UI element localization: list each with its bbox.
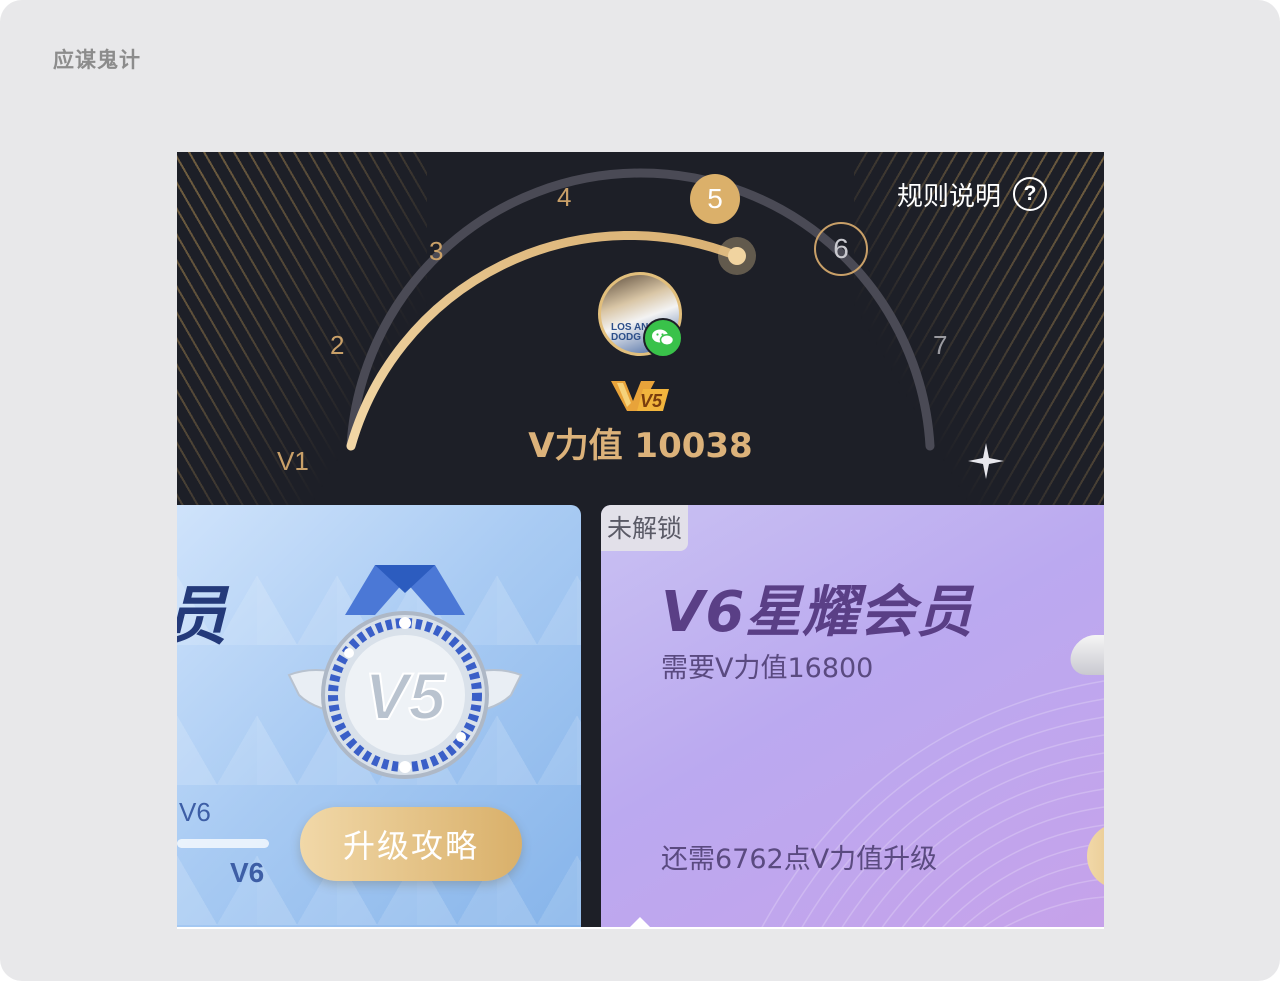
locked-tag: 未解锁 [601,505,689,551]
level-label-3: 3 [429,236,444,266]
level-header: V1 2 3 4 5 6 7 规则说明 ? LOS AN DODG V5 V力值… [177,152,1104,505]
screenshot-frame: 应谋鬼计 V1 2 3 4 5 6 7 规则说明 ? LOS AN DODG V… [0,0,1280,981]
tier-requirement: 需要V力值16800 [661,653,874,684]
wechat-icon [643,318,683,358]
level-label-2: 2 [330,330,345,360]
arc-knob [728,247,746,265]
rules-link[interactable]: 规则说明 ? [897,174,1048,214]
v-score-label: V力值 10038 [528,426,753,466]
progress-label-top: V6 [179,797,211,827]
level-next-badge: 6 [814,222,868,276]
sparkle-icon [968,443,1004,479]
upgrade-guide-button[interactable]: 升级攻略 [300,807,522,881]
vip-level-badge-icon: V5 [609,377,671,413]
phone-screen: V1 2 3 4 5 6 7 规则说明 ? LOS AN DODG V5 V力值… [177,152,1104,929]
tier-title: V6星耀会员 [661,580,974,645]
next-level-card[interactable]: 未解锁 V6星耀会员 需要V力值16800 还需6762点V力值升级 [601,505,1104,929]
help-icon: ? [1013,177,1048,211]
v5-medal-icon: V5 [287,565,523,779]
watermark: 应谋鬼计 [53,47,141,72]
progress-track [177,839,269,848]
rules-label: 规则说明 [897,181,1002,212]
card-title-fragment: 员 [177,565,227,657]
level-current-badge: 5 [690,174,740,224]
progress-label-bottom: V6 [230,857,265,888]
tier-remaining: 还需6762点V力值升级 [661,844,938,875]
bottom-divider [177,927,1104,929]
current-level-card[interactable]: 员 V5 V6 V6 升级攻略 [177,505,581,929]
level-label-4: 4 [557,182,572,212]
vip-badge-text: V5 [640,391,663,411]
level-label-7: 7 [933,330,948,360]
medal-text: V5 [365,659,447,733]
